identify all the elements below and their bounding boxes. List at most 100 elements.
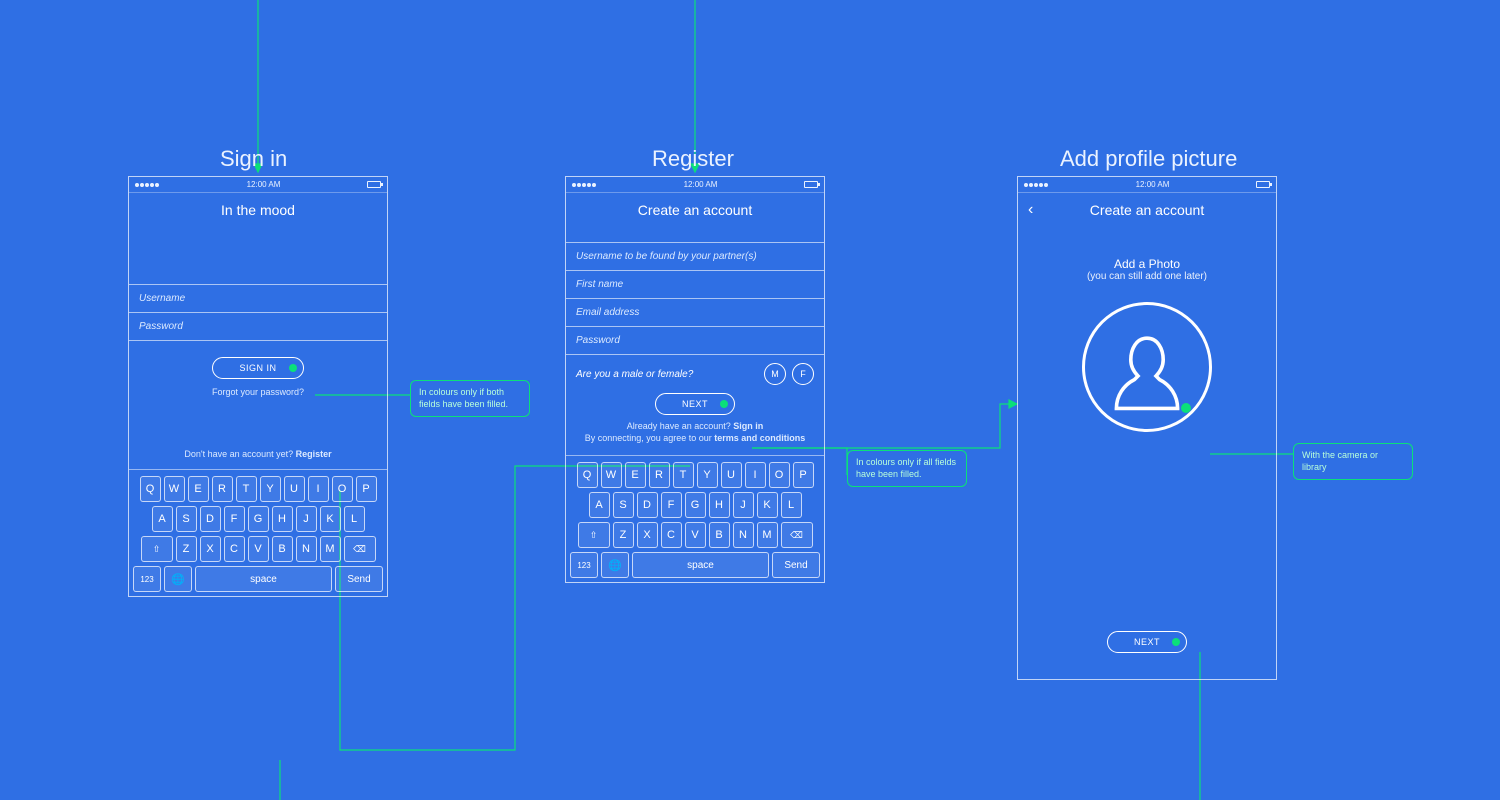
key-shift[interactable]: ⇧ (578, 522, 610, 548)
key-h[interactable]: H (272, 506, 293, 532)
key-a[interactable]: A (589, 492, 610, 518)
signal-dots-icon (1024, 180, 1049, 189)
key-n[interactable]: N (733, 522, 754, 548)
key-c[interactable]: C (661, 522, 682, 548)
screen-title-photo: Add profile picture (1060, 146, 1237, 172)
key-u[interactable]: U (284, 476, 305, 502)
key-s[interactable]: S (613, 492, 634, 518)
key-123[interactable]: 123 (570, 552, 598, 578)
status-bar: 12:00 AM (1018, 177, 1276, 193)
key-d[interactable]: D (200, 506, 221, 532)
key-q[interactable]: Q (140, 476, 161, 502)
key-v[interactable]: V (685, 522, 706, 548)
key-t[interactable]: T (236, 476, 257, 502)
key-k[interactable]: K (757, 492, 778, 518)
key-l[interactable]: L (344, 506, 365, 532)
key-space[interactable]: space (632, 552, 769, 578)
screen-title-signin: Sign in (220, 146, 287, 172)
key-space[interactable]: space (195, 566, 332, 592)
key-shift[interactable]: ⇧ (141, 536, 173, 562)
register-prompt: Don't have an account yet? Register (129, 449, 387, 469)
reg-firstname-input[interactable]: First name (566, 271, 824, 299)
key-d[interactable]: D (637, 492, 658, 518)
key-s[interactable]: S (176, 506, 197, 532)
key-z[interactable]: Z (176, 536, 197, 562)
annotation-register-colour: In colours only if all fields have been … (847, 450, 967, 487)
screen-title-register: Register (652, 146, 734, 172)
battery-icon (804, 181, 818, 188)
key-globe-icon[interactable]: 🌐 (164, 566, 192, 592)
back-button-icon[interactable]: ‹ (1028, 201, 1033, 219)
register-link[interactable]: Register (296, 449, 332, 459)
key-u[interactable]: U (721, 462, 742, 488)
key-t[interactable]: T (673, 462, 694, 488)
key-x[interactable]: X (200, 536, 221, 562)
next-button[interactable]: NEXT (1107, 631, 1187, 653)
status-dot-icon (1172, 638, 1180, 646)
key-p[interactable]: P (793, 462, 814, 488)
status-bar: 12:00 AM (566, 177, 824, 193)
key-f[interactable]: F (224, 506, 245, 532)
key-y[interactable]: Y (697, 462, 718, 488)
key-g[interactable]: G (248, 506, 269, 532)
gender-female-button[interactable]: F (792, 363, 814, 385)
key-c[interactable]: C (224, 536, 245, 562)
key-w[interactable]: W (164, 476, 185, 502)
key-123[interactable]: 123 (133, 566, 161, 592)
key-x[interactable]: X (637, 522, 658, 548)
gender-male-button[interactable]: M (764, 363, 786, 385)
battery-icon (367, 181, 381, 188)
reg-password-input[interactable]: Password (566, 327, 824, 355)
key-w[interactable]: W (601, 462, 622, 488)
status-time: 12:00 AM (684, 180, 718, 189)
key-j[interactable]: J (296, 506, 317, 532)
forgot-password-link[interactable]: Forgot your password? (212, 387, 304, 397)
add-photo-title: Add a Photo (1114, 257, 1180, 271)
reg-username-input[interactable]: Username to be found by your partner(s) (566, 243, 824, 271)
key-n[interactable]: N (296, 536, 317, 562)
key-l[interactable]: L (781, 492, 802, 518)
app-title: In the mood (221, 202, 295, 218)
key-send[interactable]: Send (772, 552, 820, 578)
key-b[interactable]: B (709, 522, 730, 548)
reg-email-input[interactable]: Email address (566, 299, 824, 327)
key-h[interactable]: H (709, 492, 730, 518)
password-input[interactable]: Password (129, 313, 387, 341)
key-j[interactable]: J (733, 492, 754, 518)
terms-text: By connecting, you agree to our terms an… (575, 433, 816, 451)
key-r[interactable]: R (649, 462, 670, 488)
key-v[interactable]: V (248, 536, 269, 562)
key-i[interactable]: I (308, 476, 329, 502)
key-o[interactable]: O (769, 462, 790, 488)
avatar-placeholder[interactable] (1082, 302, 1212, 432)
key-m[interactable]: M (757, 522, 778, 548)
key-z[interactable]: Z (613, 522, 634, 548)
key-k[interactable]: K (320, 506, 341, 532)
key-i[interactable]: I (745, 462, 766, 488)
signin-link[interactable]: Sign in (733, 421, 763, 431)
key-backspace[interactable]: ⌫ (344, 536, 376, 562)
key-a[interactable]: A (152, 506, 173, 532)
key-globe-icon[interactable]: 🌐 (601, 552, 629, 578)
key-b[interactable]: B (272, 536, 293, 562)
key-r[interactable]: R (212, 476, 233, 502)
signin-button[interactable]: SIGN IN (212, 357, 303, 379)
terms-link[interactable]: terms and conditions (714, 433, 805, 443)
key-p[interactable]: P (356, 476, 377, 502)
key-m[interactable]: M (320, 536, 341, 562)
status-time: 12:00 AM (247, 180, 281, 189)
key-q[interactable]: Q (577, 462, 598, 488)
key-backspace[interactable]: ⌫ (781, 522, 813, 548)
add-photo-subtitle: (you can still add one later) (1087, 271, 1207, 282)
key-o[interactable]: O (332, 476, 353, 502)
username-input[interactable]: Username (129, 285, 387, 313)
key-y[interactable]: Y (260, 476, 281, 502)
key-e[interactable]: E (188, 476, 209, 502)
keyboard: QWERTYUIOP ASDFGHJKL ⇧ZXCVBNM⌫ 123 🌐 spa… (566, 455, 824, 582)
next-button[interactable]: NEXT (655, 393, 735, 415)
status-time: 12:00 AM (1136, 180, 1170, 189)
key-g[interactable]: G (685, 492, 706, 518)
key-send[interactable]: Send (335, 566, 383, 592)
key-e[interactable]: E (625, 462, 646, 488)
key-f[interactable]: F (661, 492, 682, 518)
